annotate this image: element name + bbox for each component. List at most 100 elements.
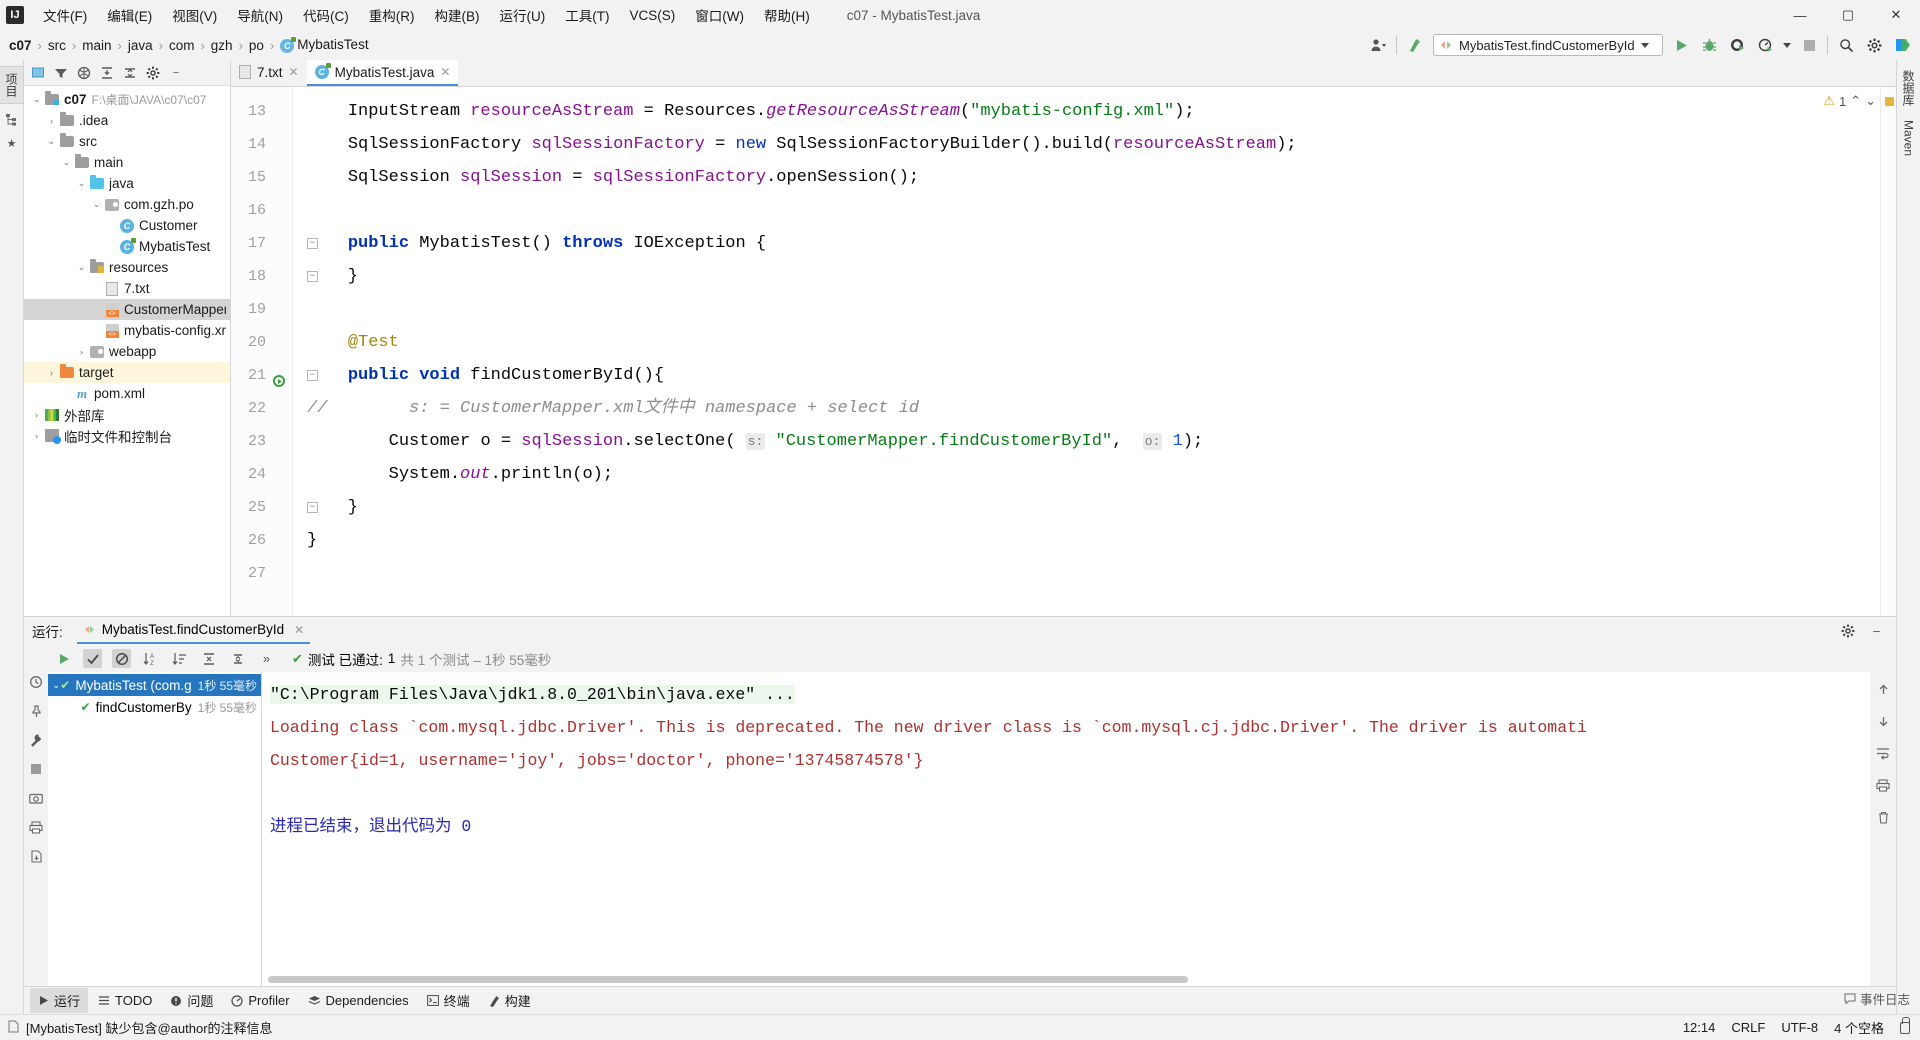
expand-all-icon[interactable] — [199, 649, 218, 668]
gutter-line-13[interactable]: 13 — [231, 95, 292, 128]
favorites-icon[interactable]: ★ — [3, 134, 21, 152]
code-line-26[interactable]: } — [293, 524, 1880, 557]
tree-node-java[interactable]: ⌄ java — [24, 173, 230, 194]
export-icon[interactable] — [27, 847, 45, 865]
minimize-button[interactable]: — — [1776, 0, 1824, 30]
breadcrumb-item-gzh[interactable]: gzh — [208, 37, 236, 54]
tool-window-button-终端[interactable]: 终端 — [419, 988, 478, 1013]
show-ignored-icon[interactable] — [112, 649, 131, 668]
code-line-21[interactable]: public void findCustomerById(){ — [293, 359, 1880, 392]
tree-toggle-icon[interactable]: › — [75, 347, 88, 357]
code-line-25[interactable]: } — [293, 491, 1880, 524]
stop-icon[interactable] — [27, 760, 45, 778]
tree-toggle-icon[interactable]: ⌄ — [45, 136, 58, 147]
indent-setting[interactable]: 4 个空格 — [1834, 1018, 1884, 1037]
tool-window-button-运行[interactable]: 运行 — [30, 988, 89, 1013]
editor-code[interactable]: InputStream resourceAsStream = Resources… — [293, 87, 1880, 616]
tree-toggle-icon[interactable]: ⌄ — [90, 199, 103, 210]
menu-item-4[interactable]: 代码(C) — [294, 1, 358, 29]
project-tree[interactable]: ⌄ c07 F:\桌面\JAVA\c07\c07 › .idea ⌄ src ⌄ main ⌄ ja… — [24, 86, 230, 616]
settings-icon[interactable] — [1838, 622, 1857, 641]
test-results-tree[interactable]: ⌄ ✔ MybatisTest (com.g 1秒 55毫秒 ✔ findCustomer… — [48, 672, 262, 986]
structure-icon[interactable] — [3, 110, 21, 128]
menu-item-1[interactable]: 编辑(E) — [98, 1, 161, 29]
menu-item-0[interactable]: 文件(F) — [34, 1, 96, 29]
code-line-19[interactable] — [293, 293, 1880, 326]
tree-toggle-icon[interactable]: ⌄ — [75, 178, 88, 189]
warning-marker[interactable] — [1885, 97, 1894, 106]
gutter-line-21[interactable]: 21− — [231, 359, 318, 392]
collapse-all-icon[interactable] — [228, 649, 247, 668]
gutter-line-22[interactable]: 22 — [231, 392, 292, 425]
expand-all-icon[interactable] — [99, 65, 115, 81]
code-line-17[interactable]: public MybatisTest() throws IOException … — [293, 227, 1880, 260]
tree-node-.idea[interactable]: › .idea — [24, 110, 230, 131]
close-button[interactable]: ✕ — [1872, 0, 1920, 30]
code-line-24[interactable]: System.out.println(o); — [293, 458, 1880, 491]
inspection-widget[interactable]: ⚠ 1 ⌃ ⌄ — [1823, 93, 1876, 109]
run-configuration-selector[interactable]: MybatisTest.findCustomerById — [1433, 34, 1663, 56]
update-project-icon[interactable] — [1405, 35, 1425, 55]
filter-icon[interactable] — [53, 65, 69, 81]
show-passed-icon[interactable] — [83, 649, 102, 668]
menu-item-7[interactable]: 运行(U) — [491, 1, 555, 29]
inspection-next-icon[interactable]: ⌄ — [1865, 93, 1876, 109]
test-tree-row-0[interactable]: ⌄ ✔ MybatisTest (com.g 1秒 55毫秒 — [48, 674, 261, 696]
breadcrumb-item-java[interactable]: java — [125, 37, 156, 54]
idea-icon[interactable] — [1892, 35, 1912, 55]
maximize-button[interactable]: ▢ — [1824, 0, 1872, 30]
tree-node-pom.xml[interactable]: m pom.xml — [24, 383, 230, 404]
tree-node-c07[interactable]: ⌄ c07 F:\桌面\JAVA\c07\c07 — [24, 89, 230, 110]
caret-position[interactable]: 12:14 — [1683, 1020, 1716, 1035]
tree-node-CustomerMapper.xml[interactable]: CustomerMapper.xml — [24, 299, 230, 320]
tree-node-resources[interactable]: ⌄ resources — [24, 257, 230, 278]
user-settings-icon[interactable] — [1368, 35, 1388, 55]
rail-tab-maven[interactable]: Maven — [1899, 116, 1919, 160]
close-icon[interactable]: ✕ — [289, 65, 299, 79]
gutter-line-15[interactable]: 15 — [231, 161, 292, 194]
camera-icon[interactable] — [27, 789, 45, 807]
code-line-15[interactable]: SqlSession sqlSession = sqlSessionFactor… — [293, 161, 1880, 194]
breadcrumb-item-src[interactable]: src — [45, 37, 69, 54]
history-icon[interactable] — [27, 673, 45, 691]
trash-icon[interactable] — [1874, 808, 1892, 826]
close-icon[interactable]: ✕ — [294, 623, 304, 637]
rail-tab-database[interactable]: 数据库 — [1897, 66, 1920, 110]
tree-node-MybatisTest[interactable]: C MybatisTest — [24, 236, 230, 257]
gutter-line-25[interactable]: 25− — [231, 491, 318, 524]
menu-item-3[interactable]: 导航(N) — [228, 1, 292, 29]
tree-toggle-icon[interactable]: ⌄ — [30, 94, 43, 105]
menu-item-11[interactable]: 帮助(H) — [755, 1, 819, 29]
tree-toggle-icon[interactable]: › — [30, 431, 43, 441]
settings-icon[interactable] — [1864, 35, 1884, 55]
tree-node-com.gzh.po[interactable]: ⌄ com.gzh.po — [24, 194, 230, 215]
gutter-line-19[interactable]: 19 — [231, 293, 292, 326]
close-icon[interactable]: ✕ — [440, 65, 450, 79]
tree-node-src[interactable]: ⌄ src — [24, 131, 230, 152]
wrench-icon[interactable] — [27, 731, 45, 749]
inspection-prev-icon[interactable]: ⌃ — [1850, 93, 1861, 109]
scroll-down-icon[interactable] — [1874, 712, 1892, 730]
menu-item-2[interactable]: 视图(V) — [163, 1, 226, 29]
code-line-13[interactable]: InputStream resourceAsStream = Resources… — [293, 95, 1880, 128]
code-line-22[interactable]: // s: = CustomerMapper.xml文件中 namespace … — [293, 392, 1880, 425]
menu-item-6[interactable]: 构建(B) — [426, 1, 489, 29]
profile-icon[interactable] — [1755, 35, 1775, 55]
settings-icon[interactable] — [145, 65, 161, 81]
code-line-16[interactable] — [293, 194, 1880, 227]
scroll-up-icon[interactable] — [1874, 680, 1892, 698]
menu-item-5[interactable]: 重构(R) — [360, 1, 424, 29]
breadcrumb-item-c07[interactable]: c07 — [6, 37, 35, 54]
sort-by-duration-icon[interactable] — [170, 649, 189, 668]
tree-toggle-icon[interactable]: › — [45, 116, 58, 126]
horizontal-scrollbar[interactable] — [268, 976, 1188, 983]
gutter-line-16[interactable]: 16 — [231, 194, 292, 227]
test-tree-row-1[interactable]: ✔ findCustomerBy 1秒 55毫秒 — [48, 696, 261, 718]
search-everywhere-icon[interactable] — [1836, 35, 1856, 55]
tree-node-webapp[interactable]: › webapp — [24, 341, 230, 362]
tree-node-target[interactable]: › target — [24, 362, 230, 383]
pin-icon[interactable] — [27, 702, 45, 720]
tree-toggle-icon[interactable]: › — [30, 410, 43, 420]
tree-toggle-icon[interactable]: ⌄ — [60, 157, 73, 168]
chevron-down-icon[interactable] — [1640, 42, 1649, 48]
